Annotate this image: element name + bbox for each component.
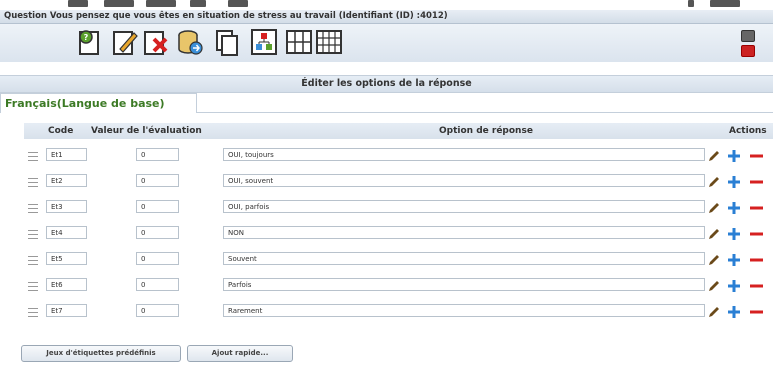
code-input[interactable]: Et4 — [46, 226, 87, 239]
drag-handle-icon[interactable] — [28, 152, 38, 161]
assessment-value-input[interactable]: 0 — [136, 148, 179, 161]
cropped-toolbar-piece — [688, 0, 694, 7]
answer-option-input[interactable]: OUI, toujours — [223, 148, 705, 161]
grid-icon[interactable] — [284, 27, 314, 57]
edit-pencil-icon[interactable] — [707, 175, 721, 189]
remove-option-icon[interactable] — [749, 201, 763, 215]
drag-handle-icon[interactable] — [28, 230, 38, 239]
drag-handle-icon[interactable] — [28, 256, 38, 265]
top-cropped-strip — [0, 0, 773, 9]
table-header: Code Valeur de l'évaluation Option de ré… — [24, 123, 773, 139]
svg-text:?: ? — [84, 33, 89, 42]
table-row: Et7 0 Rarement — [24, 301, 773, 324]
cropped-toolbar-piece — [190, 0, 206, 7]
predefined-label-sets-button[interactable]: Jeux d'étiquettes prédéfinis — [21, 345, 181, 362]
code-input[interactable]: Et5 — [46, 252, 87, 265]
table-row: Et1 0 OUI, toujours — [24, 145, 773, 168]
assessment-value-input[interactable]: 0 — [136, 226, 179, 239]
window-controls — [739, 30, 769, 57]
assessment-value-input[interactable]: 0 — [136, 304, 179, 317]
remove-option-icon[interactable] — [749, 253, 763, 267]
edit-pencil-icon[interactable] — [707, 201, 721, 215]
assessment-value-input[interactable]: 0 — [136, 278, 179, 291]
export-icon[interactable] — [175, 27, 205, 57]
code-input[interactable]: Et2 — [46, 174, 87, 187]
cropped-toolbar-piece — [68, 0, 88, 7]
drag-handle-icon[interactable] — [28, 308, 38, 317]
column-header-assessment-value: Valeur de l'évaluation — [91, 126, 202, 136]
cropped-toolbar-piece — [146, 0, 176, 7]
question-bar: Question Vous pensez que vous êtes en si… — [0, 10, 773, 24]
table-icon[interactable] — [314, 27, 344, 57]
copy-icon[interactable] — [212, 27, 242, 57]
edit-pencil-icon[interactable] — [707, 279, 721, 293]
quick-add-button[interactable]: Ajout rapide... — [187, 345, 293, 362]
table-row: Et3 0 OUI, parfois — [24, 197, 773, 220]
answer-option-input[interactable]: Rarement — [223, 304, 705, 317]
edit-pencil-icon[interactable] — [707, 253, 721, 267]
tab-label: Français(Langue de base) — [5, 97, 165, 110]
code-input[interactable]: Et7 — [46, 304, 87, 317]
question-title: Question Vous pensez que vous êtes en si… — [4, 11, 448, 21]
assessment-value-input[interactable]: 0 — [136, 174, 179, 187]
assessment-value-input[interactable]: 0 — [136, 252, 179, 265]
drag-handle-icon[interactable] — [28, 204, 38, 213]
language-tab-row: Français(Langue de base) — [0, 92, 773, 113]
remove-option-icon[interactable] — [749, 149, 763, 163]
column-header-code: Code — [48, 126, 74, 136]
column-header-answer-option: Option de réponse — [439, 126, 533, 136]
table-row: Et6 0 Parfois — [24, 275, 773, 298]
table-row: Et5 0 Souvent — [24, 249, 773, 272]
close-icon[interactable] — [741, 45, 755, 57]
add-option-icon[interactable] — [727, 305, 741, 319]
cropped-toolbar-piece — [710, 0, 740, 7]
drag-handle-icon[interactable] — [28, 178, 38, 187]
table-row: Et2 0 OUI, souvent — [24, 171, 773, 194]
hierarchy-icon[interactable] — [249, 27, 279, 57]
cropped-toolbar-piece — [104, 0, 134, 7]
edit-pencil-icon[interactable] — [707, 305, 721, 319]
add-option-icon[interactable] — [727, 253, 741, 267]
answer-option-input[interactable]: OUI, parfois — [223, 200, 705, 213]
cropped-toolbar-piece — [228, 0, 248, 7]
remove-option-icon[interactable] — [749, 175, 763, 189]
tab-base-language[interactable]: Français(Langue de base) — [0, 93, 197, 113]
help-icon[interactable]: ? — [74, 27, 104, 57]
delete-icon[interactable] — [140, 27, 170, 57]
remove-option-icon[interactable] — [749, 279, 763, 293]
add-option-icon[interactable] — [727, 201, 741, 215]
add-option-icon[interactable] — [727, 175, 741, 189]
edit-pencil-icon[interactable] — [707, 149, 721, 163]
section-header: Éditer les options de la réponse — [0, 75, 773, 93]
add-option-icon[interactable] — [727, 227, 741, 241]
add-option-icon[interactable] — [727, 279, 741, 293]
column-header-actions: Actions — [729, 126, 767, 136]
question-toolbar: ? — [0, 24, 773, 62]
add-option-icon[interactable] — [727, 149, 741, 163]
remove-option-icon[interactable] — [749, 305, 763, 319]
drag-handle-icon[interactable] — [28, 282, 38, 291]
remove-option-icon[interactable] — [749, 227, 763, 241]
answer-option-input[interactable]: Parfois — [223, 278, 705, 291]
section-title: Éditer les options de la réponse — [301, 78, 472, 89]
answer-option-input[interactable]: OUI, souvent — [223, 174, 705, 187]
table-row: Et4 0 NON — [24, 223, 773, 246]
assessment-value-input[interactable]: 0 — [136, 200, 179, 213]
answer-option-input[interactable]: NON — [223, 226, 705, 239]
answer-option-input[interactable]: Souvent — [223, 252, 705, 265]
code-input[interactable]: Et3 — [46, 200, 87, 213]
edit-pencil-icon[interactable] — [707, 227, 721, 241]
code-input[interactable]: Et1 — [46, 148, 87, 161]
code-input[interactable]: Et6 — [46, 278, 87, 291]
minimize-icon[interactable] — [741, 30, 755, 42]
edit-icon[interactable] — [110, 27, 140, 57]
